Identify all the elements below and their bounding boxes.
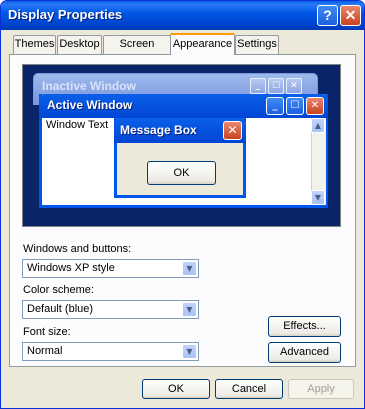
apply-button: Apply <box>288 379 354 399</box>
inactive-window-title: Inactive Window <box>42 79 136 93</box>
color-scheme-label: Color scheme: <box>23 284 94 296</box>
title-bar[interactable]: Display Properties ? ✕ <box>1 1 364 30</box>
tab-desktop[interactable]: Desktop <box>57 35 102 54</box>
windows-buttons-select[interactable]: Windows XP style ▼ <box>22 259 199 278</box>
help-button[interactable]: ? <box>317 5 338 26</box>
tab-screen-saver[interactable]: Screen Saver <box>103 35 171 67</box>
windows-buttons-value: Windows XP style <box>27 262 115 274</box>
message-box-close-icon: ✕ <box>223 121 242 140</box>
ok-button[interactable]: OK <box>142 379 210 399</box>
scroll-down-icon: ▼ <box>311 190 325 205</box>
active-window-title-bar: Active Window _ ☐ ✕ <box>39 94 328 118</box>
font-size-label: Font size: <box>23 326 71 338</box>
display-properties-window: Display Properties ? ✕ Themes Desktop Sc… <box>0 0 365 409</box>
cancel-button[interactable]: Cancel <box>215 379 283 399</box>
chevron-down-icon[interactable]: ▼ <box>182 261 197 276</box>
color-scheme-value: Default (blue) <box>27 303 94 315</box>
advanced-button[interactable]: Advanced <box>268 342 341 363</box>
chevron-down-icon[interactable]: ▼ <box>182 344 197 359</box>
tab-appearance[interactable]: Appearance <box>170 33 235 55</box>
window-text-sample: Window Text <box>46 119 109 131</box>
message-box-title: Message Box <box>120 123 197 137</box>
message-box-title-bar: Message Box ✕ <box>114 118 246 143</box>
tab-themes[interactable]: Themes <box>13 35 56 54</box>
windows-buttons-label: Windows and buttons: <box>23 243 132 255</box>
font-size-value: Normal <box>27 345 63 357</box>
window-title: Display Properties <box>8 7 123 22</box>
active-maximize-icon: ☐ <box>286 97 304 115</box>
effects-button[interactable]: Effects... <box>268 316 341 337</box>
scroll-up-icon: ▲ <box>311 118 325 133</box>
font-size-select[interactable]: Normal ▼ <box>22 342 199 361</box>
active-minimize-icon: _ <box>266 97 284 115</box>
inactive-maximize-icon: ☐ <box>268 78 284 94</box>
tab-settings[interactable]: Settings <box>235 35 279 54</box>
close-button[interactable]: ✕ <box>340 5 361 26</box>
color-scheme-select[interactable]: Default (blue) ▼ <box>22 300 199 319</box>
inactive-minimize-icon: _ <box>250 78 266 94</box>
active-close-icon: ✕ <box>306 97 324 115</box>
inactive-close-icon: ✕ <box>286 78 302 94</box>
chevron-down-icon[interactable]: ▼ <box>182 302 197 317</box>
message-box-ok-button: OK <box>147 161 216 185</box>
active-window-title: Active Window <box>47 98 133 112</box>
